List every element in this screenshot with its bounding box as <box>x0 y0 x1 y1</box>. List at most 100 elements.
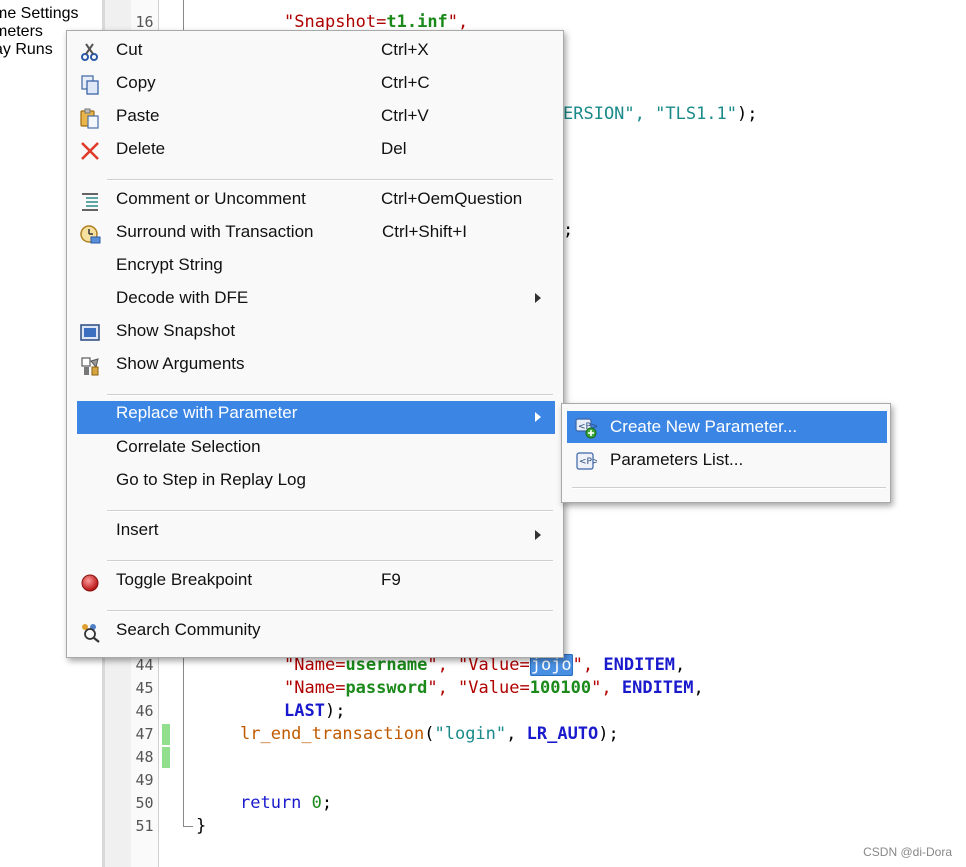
code-token: Snapshot= <box>294 12 387 32</box>
line-number: 49 <box>135 771 154 789</box>
code-line-tls[interactable]: ERSION", "TLS1.1"); <box>563 103 758 125</box>
menu-item-comment-uncomment[interactable]: Comment or Uncomment Ctrl+OemQuestion <box>77 186 555 211</box>
menu-item-label: Surround with Transaction <box>116 222 314 241</box>
menu-item-shortcut: Del <box>381 139 407 158</box>
menu-item-label: Copy <box>116 73 156 92</box>
code-token: ", <box>427 655 459 675</box>
code-token: , <box>675 655 686 675</box>
change-marker <box>162 747 170 768</box>
transaction-clock-icon <box>80 225 101 244</box>
code-token: , <box>693 678 704 698</box>
menu-item-label: Replace with Parameter <box>116 403 298 422</box>
arguments-icon <box>81 357 99 376</box>
submenu-separator <box>572 487 886 489</box>
submenu-item-parameters-list[interactable]: <P> Parameters List... <box>567 444 887 476</box>
submenu-item-label: Parameters List... <box>610 450 744 469</box>
code-line-46[interactable]: LAST); <box>284 700 345 722</box>
menu-item-shortcut: F9 <box>381 570 401 589</box>
code-token: " <box>284 678 295 698</box>
menu-item-show-arguments[interactable]: Show Arguments <box>77 351 555 376</box>
context-menu: Cut Ctrl+X Copy Ctrl+C Paste Ctrl+V Dele… <box>66 30 564 658</box>
code-token: t1.inf <box>386 12 448 32</box>
code-line-45[interactable]: "Name=password", "Value=100100", ENDITEM… <box>284 677 704 699</box>
menu-item-encrypt-string[interactable]: Encrypt String <box>77 252 555 276</box>
line-number: 45 <box>135 679 154 697</box>
menu-item-correlate-selection[interactable]: Correlate Selection <box>77 434 555 458</box>
line-number: 16 <box>135 13 154 31</box>
submenu-arrow-icon <box>535 293 541 303</box>
menu-separator <box>107 394 553 396</box>
tree-item-parameters[interactable]: meters <box>0 23 43 41</box>
search-community-icon <box>82 624 100 643</box>
menu-item-shortcut: Ctrl+OemQuestion <box>381 189 523 208</box>
menu-item-decode-dfe[interactable]: Decode with DFE <box>77 285 555 309</box>
scissors-icon <box>81 43 98 61</box>
menu-item-shortcut: Ctrl+C <box>381 73 430 92</box>
fold-guide-end <box>183 826 193 827</box>
code-token: ", <box>572 655 604 675</box>
line-number: 44 <box>135 656 154 674</box>
code-line-51[interactable]: } <box>196 815 206 837</box>
code-token: 0 <box>311 793 322 813</box>
menu-separator <box>107 610 553 612</box>
menu-item-go-to-step[interactable]: Go to Step in Replay Log <box>77 467 555 491</box>
menu-item-label: Delete <box>116 139 166 158</box>
menu-item-insert[interactable]: Insert <box>77 517 555 541</box>
code-token: 100100 <box>529 678 592 698</box>
code-token: ; <box>321 793 333 813</box>
submenu-arrow-icon <box>535 412 541 422</box>
code-token: LAST <box>284 701 325 721</box>
menu-item-label: Search Community <box>116 620 261 639</box>
submenu-arrow-icon <box>535 530 541 540</box>
submenu-item-label: Create New Parameter... <box>610 417 798 436</box>
code-token: ", <box>427 678 459 698</box>
menu-item-delete[interactable]: Delete Del <box>77 136 555 160</box>
menu-item-cut[interactable]: Cut Ctrl+X <box>77 37 555 61</box>
menu-item-replace-with-parameter[interactable]: Replace with Parameter <box>77 401 555 434</box>
code-token: Value= <box>468 678 530 698</box>
menu-item-label: Insert <box>116 520 159 539</box>
line-number: 51 <box>135 817 154 835</box>
menu-item-label: Go to Step in Replay Log <box>116 470 306 489</box>
menu-item-shortcut: Ctrl+X <box>381 40 429 59</box>
code-token: ENDITEM <box>621 678 694 698</box>
menu-item-label: Show Arguments <box>116 354 245 373</box>
menu-item-shortcut: Ctrl+V <box>381 106 429 125</box>
breakpoint-icon <box>81 574 99 592</box>
copy-icon <box>81 75 99 95</box>
menu-item-surround-transaction[interactable]: Surround with Transaction Ctrl+Shift+I <box>77 219 555 244</box>
menu-item-toggle-breakpoint[interactable]: Toggle Breakpoint F9 <box>77 567 555 592</box>
submenu-item-create-new-parameter[interactable]: <P> Create New Parameter... <box>567 411 887 443</box>
code-line-50[interactable]: return 0; <box>240 792 332 814</box>
menu-item-label: Cut <box>116 40 143 59</box>
code-token: ); <box>598 724 619 744</box>
menu-item-paste[interactable]: Paste Ctrl+V <box>77 103 555 129</box>
replace-parameter-submenu: <P> Create New Parameter... <P> Paramete… <box>561 403 891 503</box>
delete-icon <box>81 142 99 160</box>
code-token: username <box>345 655 428 675</box>
tree-item-replay-runs[interactable]: ay Runs <box>0 41 53 59</box>
menu-item-label: Show Snapshot <box>116 321 236 340</box>
code-token: LR_AUTO <box>526 724 599 744</box>
code-token: ERSION", <box>563 104 656 124</box>
menu-item-copy[interactable]: Copy Ctrl+C <box>77 70 555 95</box>
code-token: " <box>458 678 469 698</box>
parameter-list-icon: <P> <box>576 452 597 470</box>
paste-icon <box>80 108 99 129</box>
change-marker <box>162 724 170 745</box>
code-line-47[interactable]: lr_end_transaction("login", LR_AUTO); <box>240 723 619 745</box>
menu-separator <box>107 510 553 512</box>
menu-item-show-snapshot[interactable]: Show Snapshot <box>77 318 555 342</box>
code-token: ENDITEM <box>603 655 676 675</box>
code-token: ", <box>591 678 622 698</box>
code-token: " <box>284 655 295 675</box>
tree-item-runtime-settings[interactable]: me Settings <box>0 5 78 23</box>
menu-separator <box>107 179 553 181</box>
comment-icon <box>82 193 98 211</box>
code-token: return <box>240 793 302 813</box>
code-token: Name= <box>294 678 346 698</box>
menu-item-label: Toggle Breakpoint <box>116 570 253 589</box>
code-token: password <box>345 678 428 698</box>
code-line-fragment[interactable]: ; <box>563 219 573 241</box>
menu-item-search-community[interactable]: Search Community <box>77 617 555 643</box>
